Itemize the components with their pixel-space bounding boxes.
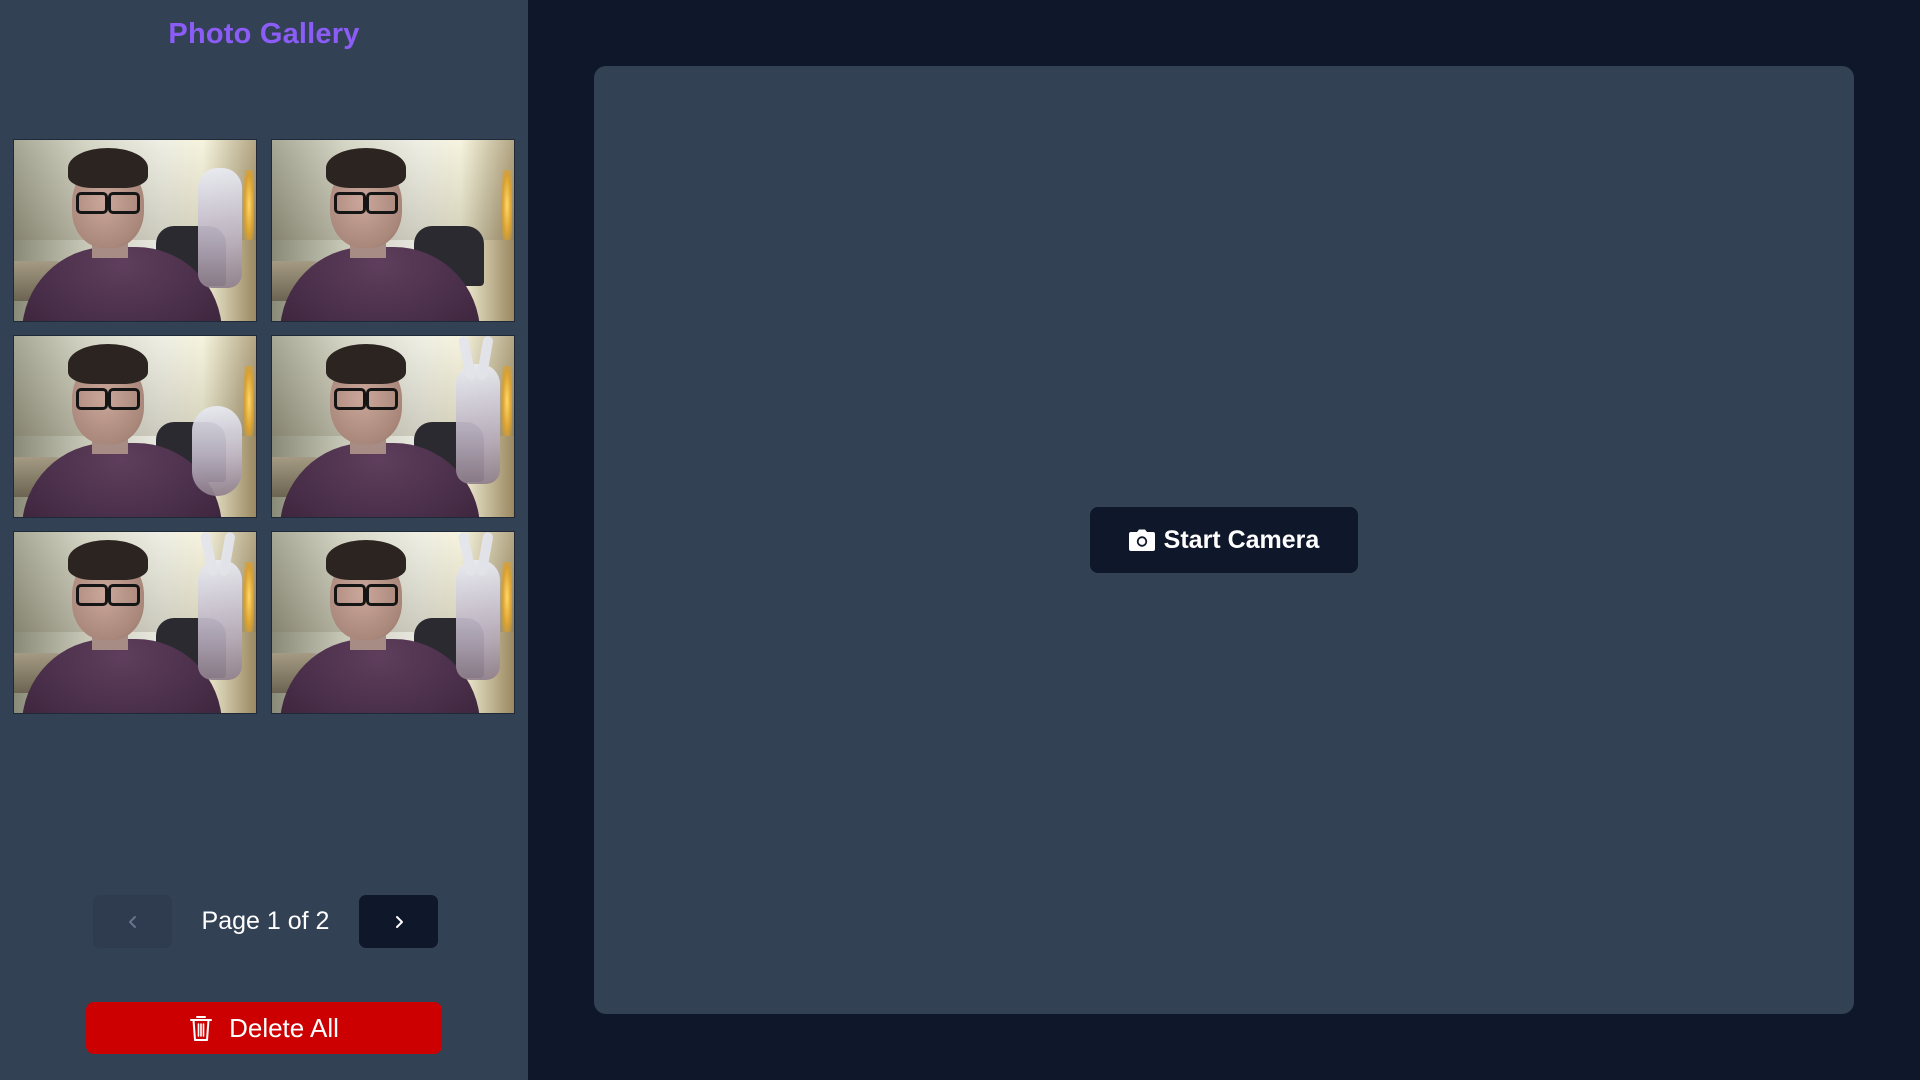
camera-area: Start Camera (528, 0, 1920, 1080)
page-indicator: Page 1 of 2 (201, 907, 330, 935)
app-root: Photo Gallery Page 1 of 2 Delete All Sta… (0, 0, 1920, 1080)
photo-thumbnail[interactable] (13, 335, 257, 518)
delete-all-button[interactable]: Delete All (86, 1002, 442, 1054)
camera-icon (1128, 529, 1155, 551)
chevron-right-icon (395, 915, 403, 928)
photo-grid (13, 139, 515, 714)
chevron-left-icon (128, 915, 136, 928)
photo-thumbnail[interactable] (271, 335, 515, 518)
pagination: Page 1 of 2 (93, 895, 438, 948)
trash-icon (190, 1016, 213, 1041)
delete-all-label: Delete All (229, 1012, 339, 1043)
photo-thumbnail[interactable] (271, 531, 515, 714)
next-page-button[interactable] (359, 895, 438, 948)
photo-thumbnail[interactable] (13, 139, 257, 322)
photo-thumbnail[interactable] (13, 531, 257, 714)
previous-page-button[interactable] (93, 895, 172, 948)
photo-gallery-sidebar: Photo Gallery Page 1 of 2 Delete All (0, 0, 528, 1080)
gallery-title: Photo Gallery (168, 18, 360, 50)
start-camera-label: Start Camera (1163, 525, 1320, 554)
camera-preview-panel: Start Camera (594, 66, 1854, 1014)
photo-thumbnail[interactable] (271, 139, 515, 322)
start-camera-button[interactable]: Start Camera (1090, 507, 1358, 573)
